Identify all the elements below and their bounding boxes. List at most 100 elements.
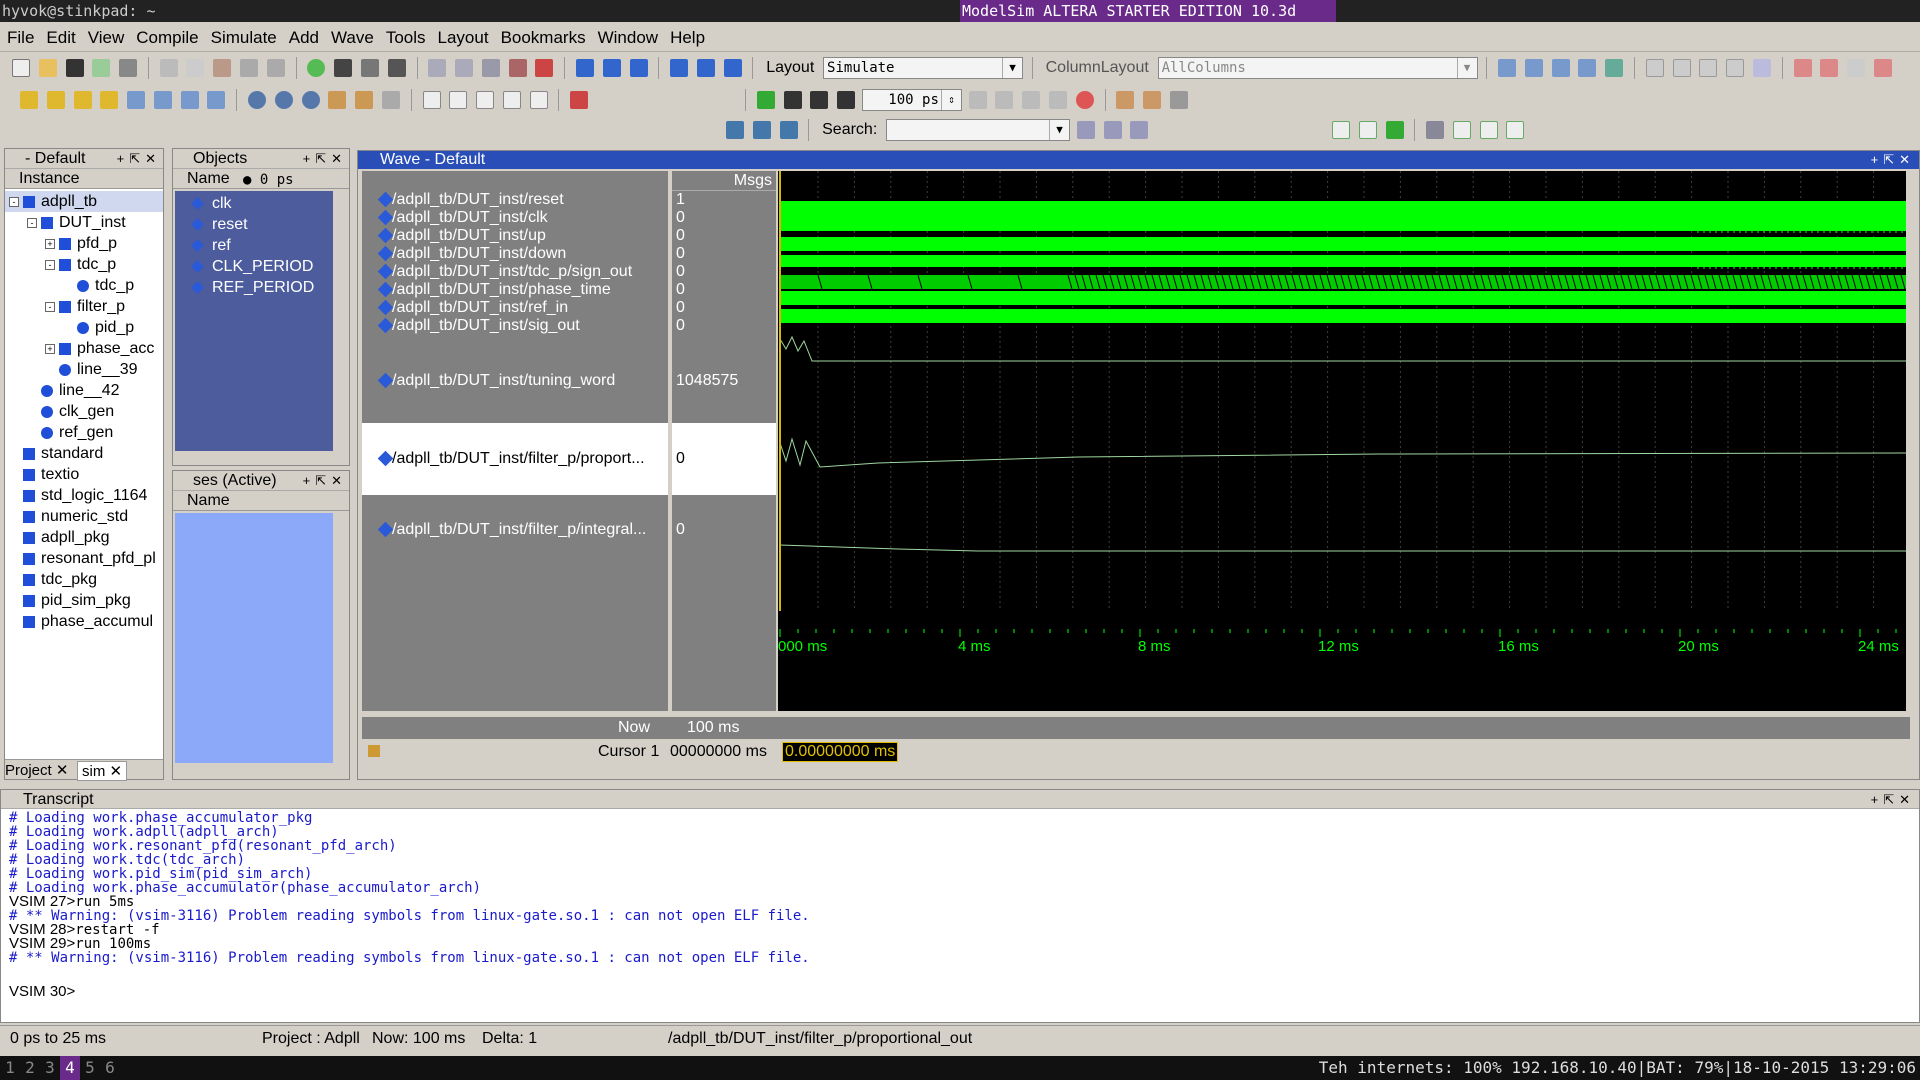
wave-format-icon[interactable] [1331,121,1350,139]
workspace-6[interactable]: 6 [100,1056,120,1080]
tree-item[interactable]: pid_p [5,317,163,338]
trace-icon[interactable] [1645,59,1664,77]
add-icon[interactable] [307,59,326,77]
object-item[interactable]: reset [175,214,333,235]
wave-step3-icon[interactable] [1506,121,1525,139]
workspace-2[interactable]: 2 [20,1056,40,1080]
tree-item[interactable]: clk_gen [5,401,163,422]
cursor-lock-icon[interactable] [529,91,548,109]
wave-format2-icon[interactable] [1358,121,1377,139]
collapse-icon[interactable]: - [27,217,37,228]
run-icon[interactable] [723,59,742,77]
tree-item[interactable]: tdc_pkg [5,569,163,590]
menu-window[interactable]: Window [591,22,663,48]
edge-find-icon[interactable] [127,91,146,109]
tree-item[interactable]: standard [5,443,163,464]
expand-icon[interactable]: + [45,343,55,354]
print-icon[interactable] [119,59,138,77]
copy-icon[interactable] [186,59,205,77]
tree-item[interactable]: + pfd_p [5,233,163,254]
run-up-icon[interactable] [783,91,802,109]
panel-controls-icon[interactable]: +⇱✕ [303,471,347,491]
signal-name[interactable]: /adpll_tb/DUT_inst/sig_out [362,315,580,337]
processes-column-header[interactable]: Name [173,491,349,511]
measure-icon[interactable] [502,91,521,109]
trace-clear-icon[interactable] [1672,59,1691,77]
run-length-input[interactable]: 100 ps ⇕ [861,89,962,111]
menu-bookmarks[interactable]: Bookmarks [494,22,591,48]
panel-controls-icon[interactable]: +⇱✕ [1871,790,1915,809]
expand-icon[interactable]: + [45,238,55,249]
signal-name[interactable]: /adpll_tb/DUT_inst/filter_p/integral... [362,519,646,541]
tree-item[interactable]: - adpll_tb [5,191,163,212]
select-icon[interactable] [449,91,468,109]
tree-item[interactable]: line__42 [5,380,163,401]
collapse-icon[interactable]: - [45,259,55,270]
menu-tools[interactable]: Tools [379,22,431,48]
tree-item[interactable]: adpll_pkg [5,527,163,548]
menu-view[interactable]: View [81,22,130,48]
object-item[interactable]: CLK_PERIOD [175,256,333,277]
step-current-icon[interactable] [779,121,798,139]
zoom-icon[interactable] [360,59,379,77]
open-icon[interactable] [38,59,57,77]
save-icon[interactable] [65,59,84,77]
cursor-time-label[interactable]: 0.00000000 ms [782,742,899,762]
step-into-icon[interactable] [575,59,594,77]
zoom-last-icon[interactable] [355,91,374,109]
menu-compile[interactable]: Compile [129,22,203,48]
panel-controls-icon[interactable]: +⇱✕ [117,149,161,169]
tree-item[interactable]: - DUT_inst [5,212,163,233]
tree-item[interactable]: std_logic_1164 [5,485,163,506]
signal-name[interactable]: /adpll_tb/DUT_inst/tuning_word [362,370,615,392]
restart-icon[interactable] [756,91,775,109]
zoom-cursor-icon[interactable] [328,91,347,109]
panel-controls-icon[interactable]: +⇱✕ [303,149,347,169]
bookmark-remove-icon[interactable] [1605,59,1624,77]
paste-icon[interactable] [213,59,232,77]
hand-icon[interactable] [1169,91,1188,109]
trace-next-icon[interactable] [1726,59,1745,77]
edge-search-icon[interactable] [153,91,172,109]
run-all-icon[interactable] [696,59,715,77]
menu-add[interactable]: Add [282,22,324,48]
cursor-lock-icon[interactable] [368,745,380,757]
edge-rise-icon[interactable] [20,91,38,109]
chevron-down-icon[interactable]: ▼ [1456,58,1477,78]
edge-end-icon[interactable] [207,91,226,109]
tree-item[interactable]: + phase_acc [5,338,163,359]
mem-icon[interactable] [1143,91,1162,109]
bookmark-icon[interactable] [1524,59,1543,77]
tree-item[interactable]: textio [5,464,163,485]
remove-all-icon[interactable] [1820,59,1839,77]
tree-item[interactable]: line__39 [5,359,163,380]
step-icon[interactable] [726,121,744,139]
instance-column-header[interactable]: Instance [5,169,163,189]
run-back-icon[interactable] [810,91,829,109]
wave-block-icon[interactable] [1426,121,1445,139]
search-input[interactable]: ▼ [886,119,1071,141]
menu-edit[interactable]: Edit [39,22,80,48]
menu-layout[interactable]: Layout [431,22,494,48]
run-length-icon[interactable] [968,91,987,109]
cut-icon[interactable] [159,59,178,77]
clear-icon[interactable] [1847,59,1866,77]
zoom-full-icon[interactable] [301,91,320,109]
signal-name[interactable]: /adpll_tb/DUT_inst/filter_p/proport... [362,448,645,470]
edge-prev-icon[interactable] [100,91,119,109]
workspace-3[interactable]: 3 [40,1056,60,1080]
menu-simulate[interactable]: Simulate [204,22,282,48]
workspace-1[interactable]: 1 [0,1056,20,1080]
run-fwd-icon[interactable] [837,91,856,109]
tree-item[interactable]: numeric_std [5,506,163,527]
chevron-down-icon[interactable]: ▼ [1002,58,1022,78]
tab-sim[interactable]: sim ✕ [77,761,128,781]
stop-sim-icon[interactable] [1075,91,1094,109]
step-out-icon[interactable] [629,59,648,77]
step-back-icon[interactable] [752,121,771,139]
bookmark-goto-icon[interactable] [1551,59,1570,77]
object-item[interactable]: clk [175,193,333,214]
pointer-icon[interactable] [422,91,441,109]
insert-cursor-icon[interactable] [570,91,589,109]
zoom-range-icon[interactable] [381,91,400,109]
